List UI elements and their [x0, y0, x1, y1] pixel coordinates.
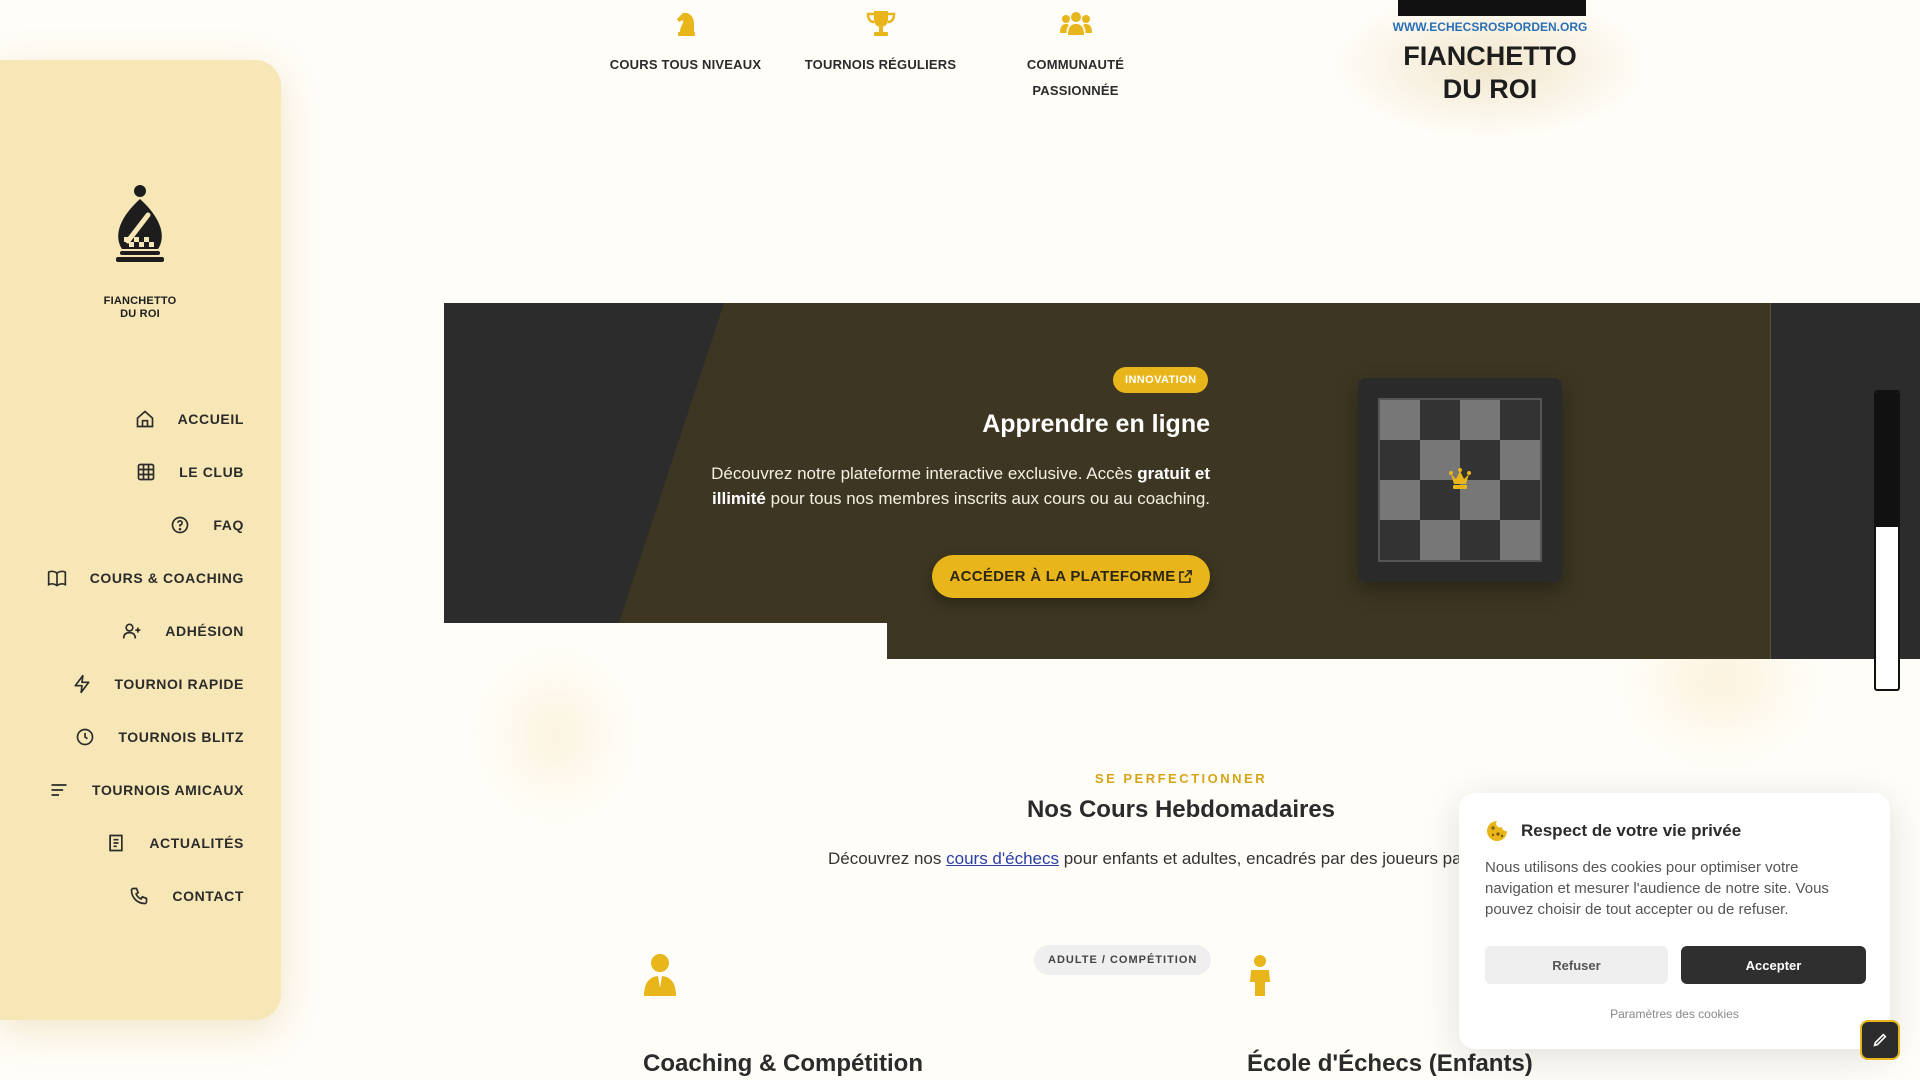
board-square	[1380, 480, 1420, 520]
nav-label: LE CLUB	[179, 463, 244, 480]
nav-label: ACCUEIL	[177, 410, 244, 427]
knight-icon	[588, 8, 783, 38]
logo-name-line2: DU ROI	[1442, 74, 1538, 104]
nav-label: TOURNOI RAPIDE	[114, 675, 244, 692]
nav-label: FAQ	[213, 516, 244, 533]
logo-website: WWW.ECHECSROSPORDEN.ORG	[1392, 20, 1588, 34]
nav-item-tournois-blitz[interactable]: TOURNOIS BLITZ	[46, 710, 244, 763]
queen-icon	[1448, 468, 1472, 495]
board-square	[1420, 400, 1460, 440]
feature-label: TOURNOIS RÉGULIERS	[804, 57, 957, 72]
nav-item-le-club[interactable]: LE CLUB	[46, 445, 244, 498]
nav-item-faq[interactable]: FAQ	[46, 498, 244, 551]
logo-text-line2: DU ROI	[120, 308, 160, 320]
nav-label: COURS & COACHING	[89, 569, 244, 586]
banner-description: Découvrez notre plateforme interactive e…	[690, 461, 1210, 511]
nav-label: CONTACT	[172, 887, 244, 904]
coaching-card-title: Coaching & Compétition	[643, 1050, 923, 1077]
board-square	[1380, 440, 1420, 480]
background-decoration	[520, 690, 590, 780]
feature-tournois: TOURNOIS RÉGULIERS	[783, 8, 978, 104]
nav-label: ACTUALITÉS	[149, 834, 244, 851]
adult-competition-tag: ADULTE / COMPÉTITION	[1034, 945, 1212, 975]
vertical-scrollbar[interactable]	[1874, 390, 1900, 691]
innovation-badge: INNOVATION	[1113, 367, 1209, 393]
features-row: COURS TOUS NIVEAUX TOURNOIS RÉGULIERS CO…	[588, 8, 1173, 104]
logo-text-line1: FIANCHETTO	[103, 295, 177, 307]
child-icon	[1246, 954, 1274, 1001]
nav-item-tournoi-rapide[interactable]: TOURNOI RAPIDE	[46, 657, 244, 710]
logo-black-bar	[1398, 0, 1586, 16]
board-square	[1500, 520, 1540, 560]
cookie-settings-link[interactable]: Paramètres des cookies	[1459, 1007, 1890, 1021]
chessboard-preview	[1358, 378, 1562, 582]
board-square	[1380, 520, 1420, 560]
access-platform-button[interactable]: ACCÉDER À LA PLATEFORME	[932, 555, 1210, 598]
nav-label: ADHÉSION	[165, 622, 244, 639]
section-eyebrow: SE PERFECTIONNER	[1094, 771, 1268, 786]
cookie-title: Respect de votre vie privée	[1521, 821, 1742, 840]
scrollbar-thumb[interactable]	[1876, 392, 1898, 527]
logo-name-line1: FIANCHETTO	[1403, 41, 1577, 71]
cta-label: ACCÉDER À LA PLATEFORME	[949, 568, 1176, 585]
nav-item-accueil[interactable]: ACCUEIL	[46, 392, 244, 445]
refuse-cookies-button[interactable]: Refuser	[1485, 946, 1668, 984]
board-square	[1420, 520, 1460, 560]
banner-extension	[887, 623, 1920, 659]
coach-icon	[642, 954, 678, 1001]
banner-title: Apprendre en ligne	[982, 410, 1210, 438]
sidebar: FIANCHETTO DU ROI ACCUEIL LE CLUB FAQ CO…	[0, 60, 281, 1020]
board-square	[1500, 400, 1540, 440]
board-square	[1460, 520, 1500, 560]
main-nav: ACCUEIL LE CLUB FAQ COURS & COACHING ADH…	[46, 392, 244, 922]
home-icon	[134, 408, 156, 430]
banner-text-part: pour tous nos membres inscrits aux cours…	[765, 489, 1210, 508]
news-icon	[105, 832, 127, 854]
clock-icon	[74, 726, 96, 748]
cookie-consent-dialog: Respect de votre vie privée Nous utiliso…	[1459, 793, 1890, 1049]
board-square	[1500, 440, 1540, 480]
book-icon	[46, 567, 68, 589]
section-description: Découvrez nos cours d'échecs pour enfant…	[828, 849, 1508, 869]
logo-name: FIANCHETTO DU ROI	[1330, 40, 1650, 106]
external-link-icon	[1178, 569, 1193, 584]
floating-action-button[interactable]	[1860, 1020, 1900, 1060]
pencil-icon	[1872, 1032, 1888, 1048]
nav-item-adhesion[interactable]: ADHÉSION	[46, 604, 244, 657]
club-logo[interactable]: FIANCHETTO DU ROI	[96, 185, 184, 321]
desc-text: pour enfants et adultes, encadrés par de…	[1058, 849, 1462, 868]
nav-item-cours-coaching[interactable]: COURS & COACHING	[46, 551, 244, 604]
nav-label: TOURNOIS BLITZ	[118, 728, 244, 745]
club-banner-logo: WWW.ECHECSROSPORDEN.ORG FIANCHETTO DU RO…	[1330, 0, 1650, 140]
nav-item-contact[interactable]: CONTACT	[46, 869, 244, 922]
grid-icon	[135, 461, 157, 483]
board-square	[1500, 480, 1540, 520]
desc-text: Découvrez nos	[828, 849, 947, 868]
cookie-header: Respect de votre vie privée	[1485, 819, 1741, 843]
bishop-logo-icon	[116, 185, 164, 262]
user-plus-icon	[121, 620, 143, 642]
chess-courses-link[interactable]: cours d'échecs	[946, 849, 1059, 868]
feature-label: COURS TOUS NIVEAUX	[609, 57, 762, 72]
cookie-text: Nous utilisons des cookies pour optimise…	[1485, 859, 1829, 918]
feature-communaute: COMMUNAUTÉ PASSIONNÉE	[978, 8, 1173, 104]
trophy-icon	[783, 8, 978, 38]
cookie-icon	[1485, 819, 1509, 843]
question-icon	[169, 514, 191, 536]
board-square	[1380, 400, 1420, 440]
feature-label: COMMUNAUTÉ PASSIONNÉE	[1026, 57, 1125, 98]
banner-text-part: Découvrez notre plateforme interactive e…	[711, 464, 1138, 483]
users-icon	[978, 8, 1173, 38]
board-square	[1460, 400, 1500, 440]
accept-cookies-button[interactable]: Accepter	[1681, 946, 1866, 984]
bolt-icon	[71, 673, 93, 695]
feature-cours: COURS TOUS NIVEAUX	[588, 8, 783, 104]
kids-school-card-title: École d'Échecs (Enfants)	[1247, 1050, 1533, 1077]
phone-icon	[128, 885, 150, 907]
